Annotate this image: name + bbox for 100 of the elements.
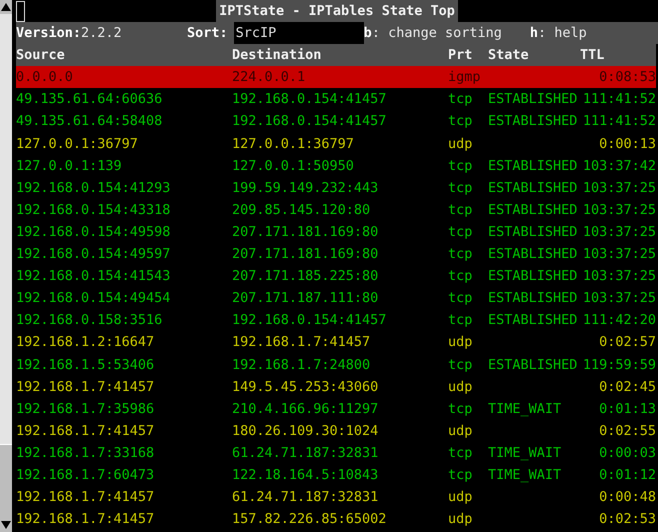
table-cell-text: ESTABLISHED	[488, 222, 578, 242]
column-header: Source	[16, 46, 66, 66]
scrollbar[interactable]	[0, 0, 12, 532]
sort-label: Sort:	[187, 24, 228, 44]
table-cell-text: 199.59.149.232:443	[232, 178, 380, 198]
column-header: State	[488, 46, 530, 66]
table-cell-text: ESTABLISHED	[488, 156, 578, 176]
text-cursor	[16, 1, 25, 22]
table-cell-text: 210.4.166.96:11297	[232, 400, 380, 419]
table-cell-text: 103:37:25	[582, 245, 656, 264]
table-cell-text: 207.171.187.111:80	[232, 289, 380, 308]
table-cell-text: TIME_WAIT	[488, 466, 562, 485]
table-cell-text: 180.26.109.30:1024	[232, 422, 380, 441]
table-cell-text: tcp	[448, 178, 474, 198]
table-cell-text: TIME_WAIT	[488, 400, 562, 419]
table-cell-text: 149.5.45.253:43060	[232, 378, 380, 397]
column-header: TTL	[580, 46, 606, 66]
table-cell-text: 0:00:03	[598, 444, 656, 463]
shortcut-description: : change sorting	[372, 24, 503, 44]
table-cell-text: tcp	[448, 112, 474, 132]
table-cell-text: 0:02:45	[598, 378, 656, 397]
table-cell-text: 192.168.1.7:41457	[16, 422, 156, 441]
table-cell-text: 207.171.181.169:80	[232, 222, 380, 242]
table-cell-text: 207.171.181.169:80	[232, 245, 380, 264]
table-cell-text: 103:37:25	[582, 267, 656, 286]
column-header: Destination	[232, 46, 322, 66]
table-cell-text: 192.168.0.158:3516	[16, 311, 164, 330]
table-cell-text: tcp	[448, 222, 474, 242]
table-cell-text: 192.168.0.154:49597	[16, 245, 172, 264]
table-cell-text: 192.168.0.154:41543	[16, 267, 172, 286]
table-cell-text: 224.0.0.1	[232, 68, 306, 88]
table-cell-text: 61.24.71.187:32831	[232, 488, 380, 508]
table-cell-text: 127.0.0.1:139	[16, 156, 123, 176]
table-cell-text: 127.0.0.1:36797	[232, 134, 355, 154]
table-cell-text: tcp	[448, 289, 474, 308]
table-cell-text: 157.82.226.85:65002	[232, 510, 388, 530]
table-cell-text: 0:01:13	[598, 400, 656, 419]
table-cell-text: 0:01:12	[598, 466, 656, 485]
table-cell-text: ESTABLISHED	[488, 289, 578, 308]
table-cell-text: 192.168.0.154:43318	[16, 200, 172, 220]
table-cell-text: udp	[448, 488, 474, 508]
table-cell-text: 192.168.1.7:60473	[16, 466, 156, 485]
table-cell-text: tcp	[448, 267, 474, 286]
sort-field[interactable]: SrcIP	[234, 22, 364, 44]
table-cell-text: udp	[448, 422, 474, 441]
table-cell-text: 192.168.0.154:41457	[232, 311, 388, 330]
window-title: IPTState - IPTables State Top	[216, 0, 458, 22]
table-cell-text: 111:41:52	[582, 112, 656, 132]
table-cell-text: 49.135.61.64:58408	[16, 112, 164, 132]
table-cell-text: tcp	[448, 466, 474, 485]
table-cell-text: 0.0.0.0	[16, 68, 74, 88]
table-cell-text: 192.168.1.7:41457	[232, 333, 372, 352]
table-cell-text: 103:37:25	[582, 178, 656, 198]
table-cell-text: tcp	[448, 156, 474, 176]
table-cell-text: 207.171.185.225:80	[232, 267, 380, 286]
table-cell-text: ESTABLISHED	[488, 90, 578, 110]
shortcut-description: : help	[538, 24, 588, 44]
table-cell-text: 103:37:25	[582, 222, 656, 242]
table-cell-text: ESTABLISHED	[488, 112, 578, 132]
table-cell-text: 0:00:13	[598, 134, 656, 154]
table-cell-text: ESTABLISHED	[488, 267, 578, 286]
table-cell-text: 192.168.0.154:41457	[232, 90, 388, 110]
table-cell-text: 103:37:42	[582, 156, 656, 176]
version-label: Version:	[16, 24, 82, 44]
table-cell-text: 111:41:52	[582, 90, 656, 110]
table-cell-text: 111:42:20	[582, 311, 656, 330]
table-cell-text: 192.168.1.7:41457	[16, 510, 156, 530]
table-cell-text: 49.135.61.64:60636	[16, 90, 164, 110]
table-cell-text: ESTABLISHED	[488, 245, 578, 264]
table-cell-text: 0:02:57	[598, 333, 656, 352]
table-cell-text: 103:37:25	[582, 289, 656, 308]
table-cell-text: tcp	[448, 200, 474, 220]
table-cell-text: tcp	[448, 356, 474, 374]
version-value: 2.2.2	[81, 24, 123, 44]
shortcut-key: b	[364, 22, 372, 44]
table-cell-text: udp	[448, 134, 474, 154]
table-cell-text: 0:08:53	[598, 68, 656, 88]
table-cell-text: 192.168.1.7:41457	[16, 488, 156, 508]
table-cell-text: 119:59:59	[582, 356, 656, 374]
table-cell-text: 0:02:53	[598, 510, 656, 530]
table-cell-text: tcp	[448, 311, 474, 330]
table-cell-text: 192.168.0.154:41457	[232, 112, 388, 132]
table-cell-text: 61.24.71.187:32831	[232, 444, 380, 463]
table-cell-text: 192.168.1.7:35986	[16, 400, 156, 419]
table-cell-text: 192.168.1.7:41457	[16, 378, 156, 397]
table-cell-text: tcp	[448, 245, 474, 264]
table-cell-text: 127.0.0.1:36797	[16, 134, 139, 154]
table-cell-text: ESTABLISHED	[488, 356, 578, 374]
table-cell-text: 127.0.0.1:50950	[232, 156, 355, 176]
table-cell-text: tcp	[448, 90, 474, 110]
table-cell-text: 192.168.0.154:49454	[16, 289, 172, 308]
table-cell-text: 103:37:25	[582, 200, 656, 220]
table-cell-text: udp	[448, 333, 474, 352]
table-cell-text: 0:02:55	[598, 422, 656, 441]
table-cell-text: ESTABLISHED	[488, 178, 578, 198]
column-header: Prt	[448, 46, 474, 66]
table-cell-text: 192.168.0.154:49598	[16, 222, 172, 242]
table-cell-text: 192.168.1.2:16647	[16, 333, 156, 352]
table-cell-text: ESTABLISHED	[488, 200, 578, 220]
table-cell-text: udp	[448, 510, 474, 530]
